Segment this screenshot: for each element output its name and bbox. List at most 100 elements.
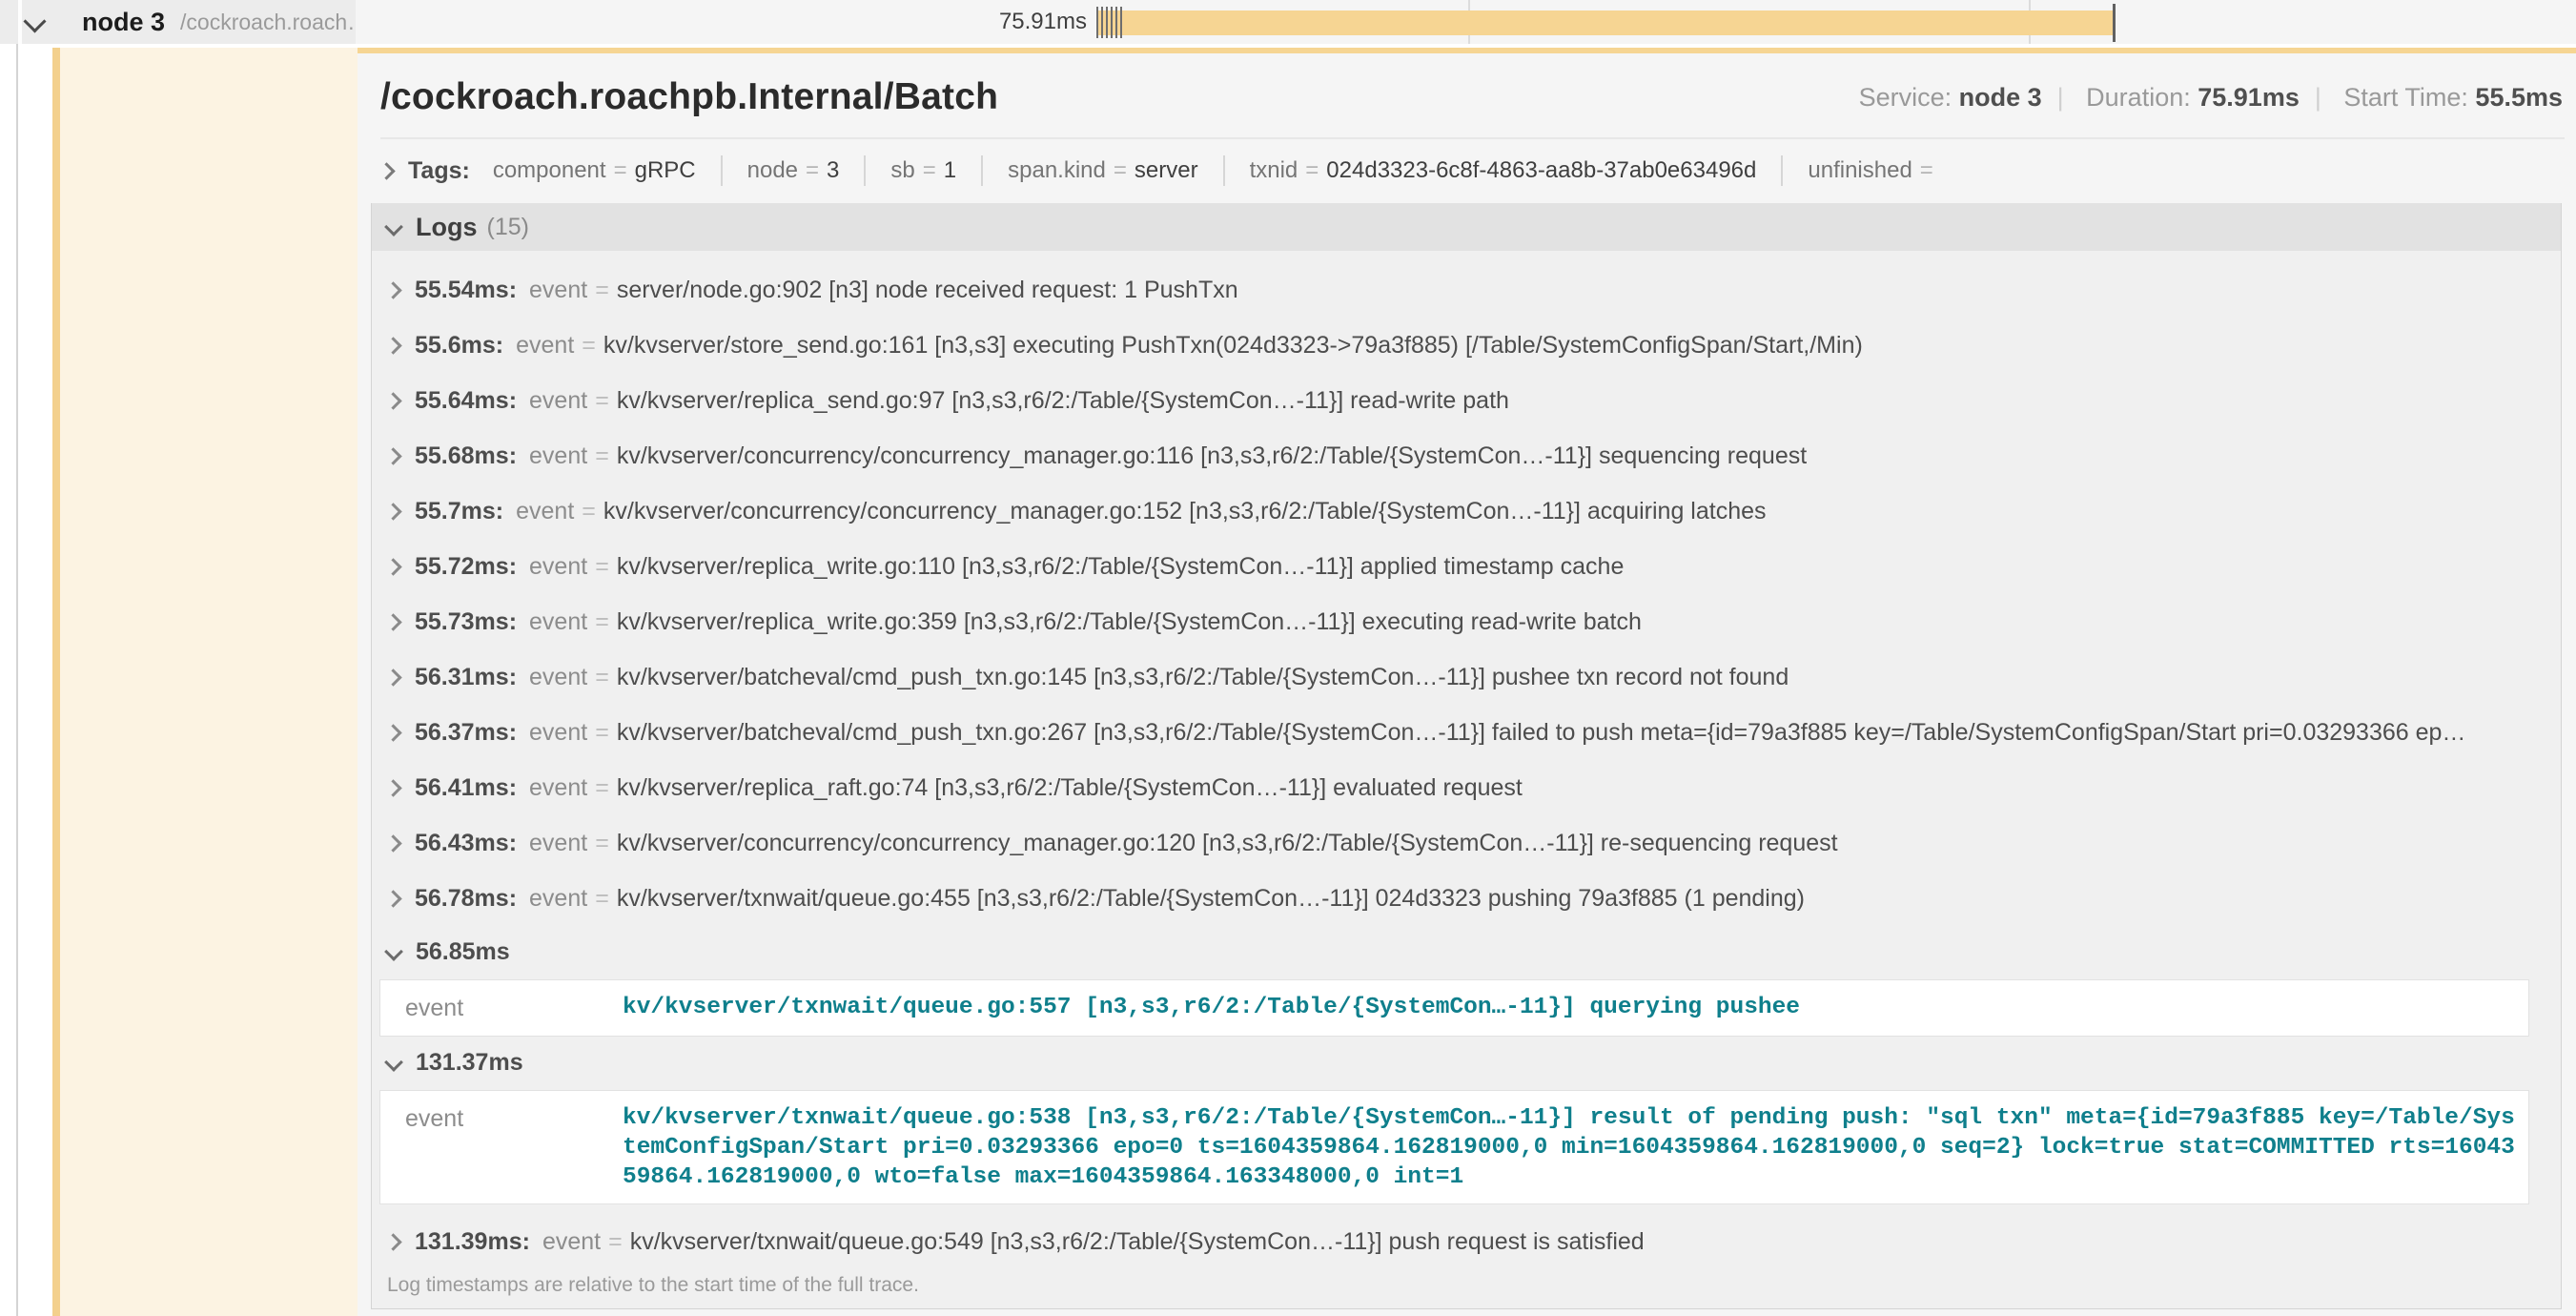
tag-equals-sign: = bbox=[614, 157, 627, 183]
log-field-value: kv/kvserver/replica_send.go:97 [n3,s3,r6… bbox=[617, 387, 1509, 415]
tag-equals-sign: = bbox=[1114, 157, 1127, 183]
log-timestamp: 55.68ms: bbox=[415, 442, 517, 470]
kv-table: eventkv/kvserver/txnwait/queue.go:538 [n… bbox=[379, 1090, 2529, 1204]
log-row[interactable]: 56.43ms:event=kv/kvserver/concurrency/co… bbox=[372, 815, 2561, 871]
chevron-down-icon[interactable] bbox=[384, 217, 403, 236]
span-accent-strip bbox=[52, 48, 60, 1316]
kv-key: event bbox=[380, 980, 623, 1036]
duration-meta-value: 75.91ms bbox=[2198, 83, 2300, 112]
chevron-right-icon[interactable] bbox=[384, 503, 401, 520]
log-timestamp: 56.85ms bbox=[416, 938, 510, 966]
log-timestamp: 55.7ms: bbox=[415, 498, 503, 525]
log-row[interactable]: 55.54ms:event=server/node.go:902 [n3] no… bbox=[372, 262, 2561, 318]
log-field-value: kv/kvserver/txnwait/queue.go:455 [n3,s3,… bbox=[617, 885, 1805, 913]
log-row[interactable]: 55.68ms:event=kv/kvserver/concurrency/co… bbox=[372, 428, 2561, 483]
log-equals-sign: = bbox=[595, 608, 609, 636]
log-group-header[interactable]: 56.85ms bbox=[372, 926, 2561, 977]
span-name-tab[interactable]: node 3 /cockroach.roach… bbox=[82, 0, 369, 44]
tree-guideline bbox=[16, 0, 18, 1316]
span-detail-card: /cockroach.roachpb.Internal/Batch Servic… bbox=[358, 48, 2576, 1316]
kv-value: kv/kvserver/txnwait/queue.go:557 [n3,s3,… bbox=[623, 980, 2525, 1034]
tag-key: sb bbox=[890, 157, 914, 183]
tag-value: 3 bbox=[827, 157, 839, 183]
tag-value: gRPC bbox=[635, 157, 696, 183]
log-field-key: event bbox=[516, 332, 574, 360]
log-field-key: event bbox=[529, 719, 587, 747]
log-field-value: kv/kvserver/batcheval/cmd_push_txn.go:26… bbox=[617, 719, 2466, 747]
chevron-right-icon[interactable] bbox=[384, 392, 401, 409]
log-equals-sign: = bbox=[582, 498, 596, 525]
log-row[interactable]: 56.41ms:event=kv/kvserver/replica_raft.g… bbox=[372, 760, 2561, 815]
kv-table: eventkv/kvserver/txnwait/queue.go:557 [n… bbox=[379, 979, 2529, 1037]
chevron-right-icon[interactable] bbox=[378, 162, 395, 179]
log-row[interactable]: 56.78ms: event = kv/kvserver/txnwait/queue.… bbox=[372, 871, 2561, 926]
tag-item: sb = 1 bbox=[866, 155, 983, 186]
log-field-value: kv/kvserver/concurrency/concurrency_mana… bbox=[617, 830, 1838, 857]
chevron-right-icon[interactable] bbox=[384, 1233, 401, 1250]
log-equals-sign: = bbox=[595, 387, 609, 415]
chevron-right-icon[interactable] bbox=[384, 834, 401, 852]
log-timestamp: 56.78ms: bbox=[415, 885, 517, 913]
tag-equals-sign: = bbox=[1305, 157, 1319, 183]
log-field-key: event bbox=[529, 664, 587, 691]
chevron-down-icon[interactable] bbox=[384, 1053, 403, 1072]
chevron-down-icon[interactable] bbox=[23, 10, 46, 32]
log-tick-mark bbox=[1115, 7, 1117, 38]
chevron-right-icon[interactable] bbox=[384, 337, 401, 354]
log-field-key: event bbox=[529, 387, 587, 415]
log-field-value: kv/kvserver/store_send.go:161 [n3,s3] ex… bbox=[603, 332, 1863, 360]
chevron-right-icon[interactable] bbox=[384, 890, 401, 907]
chevron-right-icon[interactable] bbox=[384, 613, 401, 630]
tag-key: node bbox=[747, 157, 798, 183]
log-timestamp: 55.72ms: bbox=[415, 553, 517, 581]
log-field-key: event bbox=[529, 553, 587, 581]
span-name-column[interactable]: node 3 /cockroach.roach… bbox=[0, 0, 356, 44]
chevron-right-icon[interactable] bbox=[384, 447, 401, 464]
span-timeline-row[interactable]: node 3 /cockroach.roach… 75.91ms bbox=[0, 0, 2576, 44]
chevron-right-icon[interactable] bbox=[384, 281, 401, 298]
log-row[interactable]: 55.6ms:event=kv/kvserver/store_send.go:1… bbox=[372, 318, 2561, 373]
span-timeline-track[interactable]: 75.91ms bbox=[356, 0, 2576, 44]
tags-section[interactable]: Tags: component=gRPCnode=3sb=1span.kind=… bbox=[358, 139, 2576, 203]
tag-key: txnid bbox=[1250, 157, 1298, 183]
chevron-right-icon[interactable] bbox=[384, 779, 401, 796]
log-timestamp: 131.39ms: bbox=[415, 1228, 530, 1256]
tag-equals-sign: = bbox=[923, 157, 936, 183]
tag-equals-sign: = bbox=[806, 157, 819, 183]
log-group-header[interactable]: 131.37ms bbox=[372, 1037, 2561, 1088]
tags-list: component=gRPCnode=3sb=1span.kind=server… bbox=[487, 155, 1966, 186]
span-operation-name: /cockroach.roach… bbox=[180, 10, 369, 35]
span-duration-bar[interactable] bbox=[1096, 10, 2115, 35]
log-field-key: event bbox=[529, 442, 587, 470]
tag-value: 024d3323-6c8f-4863-aa8b-37ab0e63496d bbox=[1326, 157, 1756, 183]
log-equals-sign: = bbox=[595, 885, 609, 913]
chevron-right-icon[interactable] bbox=[384, 668, 401, 686]
log-row[interactable]: 56.37ms:event=kv/kvserver/batcheval/cmd_… bbox=[372, 705, 2561, 760]
tag-key: unfinished bbox=[1808, 157, 1912, 183]
log-row[interactable]: 55.72ms:event=kv/kvserver/replica_write.… bbox=[372, 539, 2561, 594]
kv-key: event bbox=[380, 1091, 623, 1146]
service-meta-value: node 3 bbox=[1959, 83, 2042, 112]
logs-footer-note: Log timestamps are relative to the start… bbox=[372, 1274, 2561, 1308]
log-equals-sign: = bbox=[595, 277, 609, 304]
log-row[interactable]: 55.64ms: event = kv/kvserver/replica_send.g… bbox=[372, 373, 2561, 428]
tag-equals-sign: = bbox=[1920, 157, 1933, 183]
chevron-right-icon[interactable] bbox=[384, 724, 401, 741]
chevron-right-icon[interactable] bbox=[384, 558, 401, 575]
log-row[interactable]: 56.31ms:event=kv/kvserver/batcheval/cmd_… bbox=[372, 649, 2561, 705]
log-row[interactable]: 55.7ms:event=kv/kvserver/concurrency/con… bbox=[372, 483, 2561, 539]
logs-toggle[interactable]: Logs (15) bbox=[372, 203, 2561, 251]
log-equals-sign: = bbox=[595, 719, 609, 747]
tags-label: Tags: bbox=[408, 157, 470, 185]
log-row[interactable]: 131.39ms:event=kv/kvserver/txnwait/queue… bbox=[372, 1214, 2561, 1269]
span-row-highlight bbox=[60, 48, 358, 1316]
log-timestamp: 56.41ms: bbox=[415, 774, 517, 802]
log-field-value: server/node.go:902 [n3] node received re… bbox=[617, 277, 1238, 304]
log-timestamp: 55.64ms: bbox=[415, 387, 517, 415]
tag-value: 1 bbox=[944, 157, 956, 183]
chevron-down-icon[interactable] bbox=[384, 942, 403, 961]
log-field-key: event bbox=[529, 885, 587, 913]
log-tick-mark bbox=[1096, 7, 1098, 38]
log-row[interactable]: 55.73ms:event=kv/kvserver/replica_write.… bbox=[372, 594, 2561, 649]
log-end-marker bbox=[2113, 4, 2116, 42]
